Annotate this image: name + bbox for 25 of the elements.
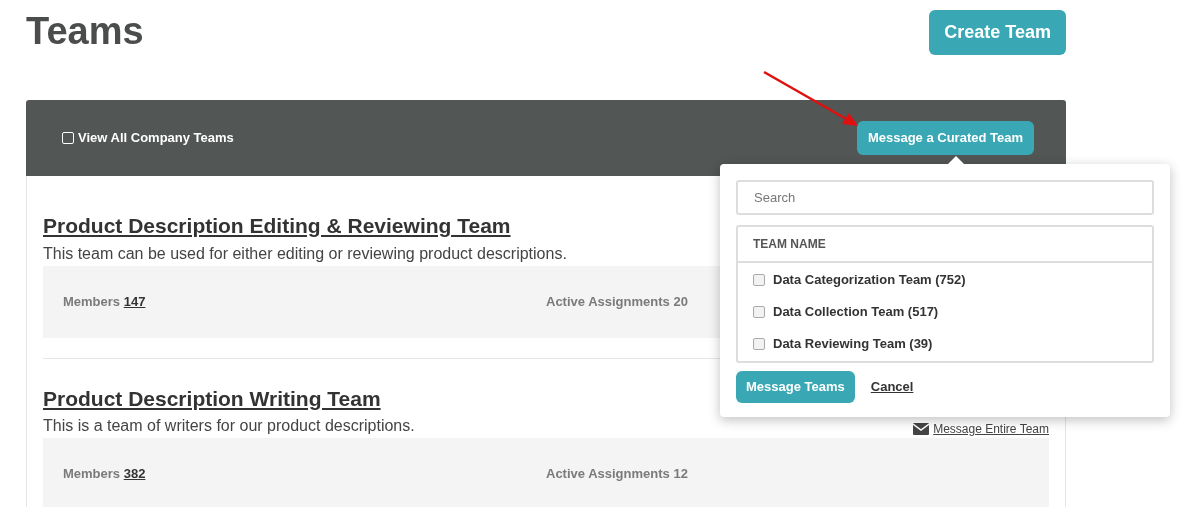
envelope-icon — [913, 423, 930, 435]
team-option[interactable]: Data Reviewing Team (39) — [738, 328, 1152, 360]
assignments-label: Active Assignments — [546, 293, 670, 309]
team-title[interactable]: Product Description Writing Team — [43, 382, 381, 414]
checkbox-icon[interactable] — [753, 338, 765, 350]
team-title[interactable]: Product Description Editing & Reviewing Team — [43, 210, 511, 242]
team-description: This team can be used for either editing or reviewing product descriptions. — [43, 243, 567, 264]
checkbox-icon[interactable] — [753, 274, 765, 286]
message-entire-team-link[interactable]: Message Entire Team — [913, 420, 1049, 438]
members-count[interactable]: 382 — [123, 466, 146, 482]
assignments-label: Active Assignments — [546, 466, 670, 482]
team-description: This is a team of writers for our product descriptions. — [43, 416, 415, 436]
search-field[interactable]: Search — [736, 180, 1154, 215]
team-option[interactable]: Data Categorization Team (752) — [738, 264, 1152, 296]
checkbox-icon[interactable] — [753, 306, 765, 318]
team-option[interactable]: Data Collection Team (517) — [738, 296, 1152, 328]
cancel-link[interactable]: Cancel — [870, 377, 914, 397]
assignments-count: 20 — [673, 293, 688, 309]
members-count[interactable]: 147 — [123, 293, 146, 309]
assignments-count: 12 — [673, 466, 688, 482]
members-label: Members — [63, 466, 121, 482]
view-all-checkbox[interactable]: View All Company Teams — [62, 128, 234, 148]
members-label: Members — [63, 293, 121, 309]
page-title: Teams — [26, 12, 144, 50]
column-header: TEAM NAME — [738, 227, 1152, 263]
